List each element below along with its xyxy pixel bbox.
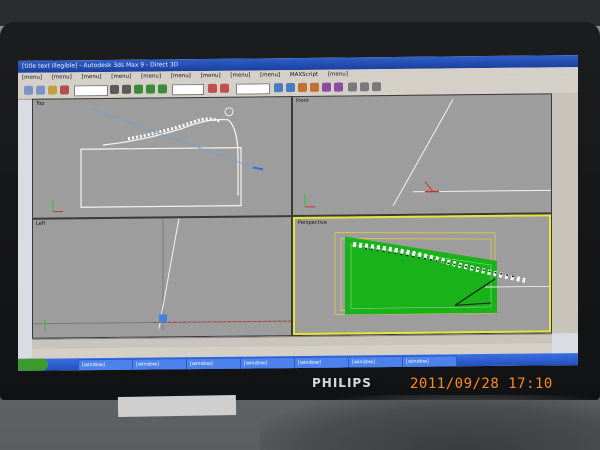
monitor-brand-logo: PHILIPS <box>312 376 372 390</box>
taskbar-button[interactable]: [window] <box>186 357 241 371</box>
scale-icon[interactable] <box>158 84 167 94</box>
viewport-front[interactable]: Front <box>293 94 551 216</box>
viewport-perspective[interactable]: Perspective <box>293 214 551 336</box>
reference-coordinate-dropdown[interactable] <box>172 83 204 96</box>
taskbar-button[interactable]: [window] <box>240 357 295 370</box>
viewport-grid: Top Front Left Perspective <box>32 93 552 339</box>
foreground-blur <box>260 395 600 450</box>
menu-item[interactable]: [menu] <box>82 74 102 80</box>
viewport-label: Top <box>36 100 45 107</box>
viewport-left-scene <box>33 218 291 332</box>
render-setup-icon[interactable] <box>310 82 319 92</box>
viewport-front-scene <box>304 99 551 208</box>
photo-timestamp: 2011/09/28 17:10 <box>410 376 553 392</box>
select-by-name-icon[interactable] <box>122 84 131 94</box>
taskbar-button[interactable]: [window] <box>402 355 457 368</box>
taskbar-button[interactable]: [window] <box>78 358 133 371</box>
viewport-perspective-scene <box>334 232 549 316</box>
snap-icon[interactable] <box>208 83 217 93</box>
rotate-icon[interactable] <box>146 84 155 94</box>
window-title: [title text illegible] - Autodesk 3ds Ma… <box>22 61 179 70</box>
viewport-top-scene <box>52 107 264 213</box>
mirror-icon[interactable] <box>274 83 283 93</box>
angle-snap-icon[interactable] <box>220 83 229 93</box>
menu-item[interactable]: [menu] <box>171 73 191 79</box>
start-button[interactable] <box>18 358 48 371</box>
viewport-label: Perspective <box>298 219 327 226</box>
toolbar-icon[interactable] <box>360 82 369 92</box>
menu-item-maxscript[interactable]: MAXScript <box>290 72 318 78</box>
menu-item[interactable]: [menu] <box>260 72 280 78</box>
unlink-icon[interactable] <box>60 85 69 95</box>
quick-render-icon[interactable] <box>322 82 331 92</box>
taskbar-button[interactable]: [window] <box>294 356 349 370</box>
toolbar-icon[interactable] <box>348 82 357 92</box>
command-panel[interactable] <box>552 93 578 334</box>
render-icon[interactable] <box>334 82 343 92</box>
menu-item[interactable]: [menu] <box>230 72 250 78</box>
align-icon[interactable] <box>286 83 295 93</box>
menu-item[interactable]: [menu] <box>22 75 42 81</box>
menu-item[interactable]: [menu] <box>328 71 348 77</box>
viewport-left[interactable]: Left <box>33 217 291 338</box>
material-editor-icon[interactable] <box>298 82 307 92</box>
sticker-label <box>117 394 237 418</box>
link-icon[interactable] <box>48 85 57 95</box>
taskbar-button[interactable]: [window] <box>132 358 187 371</box>
select-object-icon[interactable] <box>110 84 119 94</box>
viewport-top[interactable]: Top <box>33 97 291 218</box>
menu-item[interactable]: [menu] <box>111 74 131 80</box>
monitor-screen: [title text illegible] - Autodesk 3ds Ma… <box>18 55 578 371</box>
selection-filter-dropdown[interactable] <box>74 84 108 97</box>
redo-icon[interactable] <box>36 85 45 95</box>
taskbar-button[interactable]: [window] <box>348 355 403 369</box>
viewport-label: Left <box>36 220 46 227</box>
menu-item[interactable]: [menu] <box>141 73 161 79</box>
menu-item[interactable]: [menu] <box>201 73 221 79</box>
named-selection-dropdown[interactable] <box>236 83 270 95</box>
move-icon[interactable] <box>134 84 143 94</box>
undo-icon[interactable] <box>24 85 33 95</box>
toolbar-icon[interactable] <box>372 82 381 92</box>
menu-item[interactable]: [menu] <box>52 74 72 80</box>
viewport-label: Front <box>296 97 309 105</box>
